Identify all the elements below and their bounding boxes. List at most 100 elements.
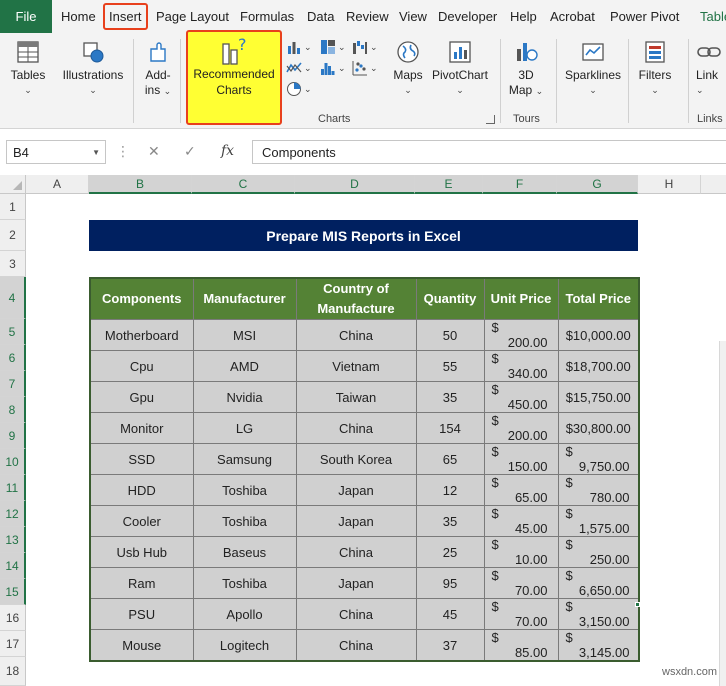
cell-manufacturer[interactable]: Samsung bbox=[192, 443, 297, 475]
pivotchart-button[interactable]: PivotChart ⌄ bbox=[430, 39, 490, 98]
cell-total-price[interactable]: $1,575.00 bbox=[557, 505, 640, 537]
illustrations-button[interactable]: Illustrations ⌄ bbox=[60, 39, 126, 98]
tab-table[interactable]: Table bbox=[700, 0, 726, 33]
cell-country[interactable]: China bbox=[295, 629, 417, 662]
row-header-15[interactable]: 15 bbox=[0, 579, 26, 605]
cell-country[interactable]: China bbox=[295, 598, 417, 630]
row-header-4[interactable]: 4 bbox=[0, 277, 26, 319]
cell-component[interactable]: Mouse bbox=[89, 629, 194, 662]
column-header-e[interactable]: E bbox=[415, 175, 483, 194]
column-header-h[interactable]: H bbox=[638, 175, 701, 194]
cell-component[interactable]: Cooler bbox=[89, 505, 194, 537]
cell-component[interactable]: Gpu bbox=[89, 381, 194, 413]
row-header-11[interactable]: 11 bbox=[0, 475, 26, 501]
cell-manufacturer[interactable]: Toshiba bbox=[192, 505, 297, 537]
tab-help[interactable]: Help bbox=[510, 0, 537, 33]
row-header-3[interactable]: 3 bbox=[0, 251, 26, 277]
cancel-icon[interactable]: ✕ bbox=[148, 143, 160, 160]
cell-country[interactable]: China bbox=[295, 412, 417, 444]
cell-manufacturer[interactable]: Logitech bbox=[192, 629, 297, 662]
column-header-g[interactable]: G bbox=[557, 175, 638, 194]
insert-function-button[interactable]: fx bbox=[221, 143, 234, 159]
cell-quantity[interactable]: 154 bbox=[415, 412, 485, 444]
addins-button[interactable]: Add- ins ⌄ bbox=[140, 39, 176, 99]
cell-total-price[interactable]: $780.00 bbox=[557, 474, 640, 506]
filters-button[interactable]: Filters ⌄ bbox=[636, 39, 674, 98]
cell-quantity[interactable]: 12 bbox=[415, 474, 485, 506]
cell-unit-price[interactable]: $340.00 bbox=[483, 350, 559, 382]
row-header-16[interactable]: 16 bbox=[0, 605, 26, 631]
name-box[interactable]: B4 ▼ bbox=[6, 140, 106, 164]
cell-country[interactable]: Vietnam bbox=[295, 350, 417, 382]
cell-manufacturer[interactable]: Nvidia bbox=[192, 381, 297, 413]
cell-country[interactable]: South Korea bbox=[295, 443, 417, 475]
column-header-d[interactable]: D bbox=[295, 175, 415, 194]
vertical-scrollbar[interactable] bbox=[719, 341, 726, 686]
cell-unit-price[interactable]: $200.00 bbox=[483, 319, 559, 351]
cell-quantity[interactable]: 50 bbox=[415, 319, 485, 351]
cell-quantity[interactable]: 37 bbox=[415, 629, 485, 662]
fill-handle[interactable] bbox=[635, 602, 640, 607]
row-header-9[interactable]: 9 bbox=[0, 423, 26, 449]
maps-button[interactable]: Maps ⌄ bbox=[390, 39, 426, 98]
tab-file[interactable]: File bbox=[0, 0, 52, 33]
column-header-b[interactable]: B bbox=[89, 175, 192, 194]
scatter-chart-button[interactable]: ⌄ bbox=[352, 60, 378, 76]
row-header-2[interactable]: 2 bbox=[0, 220, 26, 251]
tab-insert[interactable]: Insert bbox=[103, 3, 148, 30]
cell-quantity[interactable]: 45 bbox=[415, 598, 485, 630]
tab-page-layout[interactable]: Page Layout bbox=[156, 0, 229, 33]
tables-button[interactable]: Tables ⌄ bbox=[9, 39, 47, 98]
formula-input[interactable]: Components bbox=[252, 140, 726, 164]
cell-unit-price[interactable]: $10.00 bbox=[483, 536, 559, 568]
tab-home[interactable]: Home bbox=[61, 0, 96, 33]
cell-unit-price[interactable]: $85.00 bbox=[483, 629, 559, 662]
cell-unit-price[interactable]: $200.00 bbox=[483, 412, 559, 444]
hierarchy-chart-button[interactable]: ⌄ bbox=[320, 39, 346, 55]
column-header-f[interactable]: F bbox=[483, 175, 557, 194]
sparklines-button[interactable]: Sparklines ⌄ bbox=[562, 39, 624, 98]
cell-total-price[interactable]: $9,750.00 bbox=[557, 443, 640, 475]
cell-component[interactable]: Cpu bbox=[89, 350, 194, 382]
tab-power-pivot[interactable]: Power Pivot bbox=[610, 0, 679, 33]
links-button[interactable]: Link ⌄ bbox=[696, 39, 726, 98]
cell-unit-price[interactable]: $70.00 bbox=[483, 567, 559, 599]
cell-quantity[interactable]: 55 bbox=[415, 350, 485, 382]
cell-component[interactable]: Motherboard bbox=[89, 319, 194, 351]
row-header-18[interactable]: 18 bbox=[0, 657, 26, 686]
row-header-14[interactable]: 14 bbox=[0, 553, 26, 579]
cell-manufacturer[interactable]: AMD bbox=[192, 350, 297, 382]
cell-manufacturer[interactable]: LG bbox=[192, 412, 297, 444]
header-components[interactable]: Components bbox=[89, 277, 194, 320]
cell-quantity[interactable]: 35 bbox=[415, 505, 485, 537]
cell-total-price[interactable]: $6,650.00 bbox=[557, 567, 640, 599]
row-header-6[interactable]: 6 bbox=[0, 345, 26, 371]
row-header-12[interactable]: 12 bbox=[0, 501, 26, 527]
cell-unit-price[interactable]: $450.00 bbox=[483, 381, 559, 413]
cell-total-price[interactable]: $250.00 bbox=[557, 536, 640, 568]
cell-country[interactable]: China bbox=[295, 319, 417, 351]
cell-total-price[interactable]: $3,150.00 bbox=[557, 598, 640, 630]
cell-quantity[interactable]: 25 bbox=[415, 536, 485, 568]
cell-component[interactable]: Monitor bbox=[89, 412, 194, 444]
header-manufacturer[interactable]: Manufacturer bbox=[192, 277, 297, 320]
pie-chart-button[interactable]: ⌄ bbox=[286, 81, 312, 97]
cell-quantity[interactable]: 95 bbox=[415, 567, 485, 599]
cell-country[interactable]: Japan bbox=[295, 505, 417, 537]
cell-country[interactable]: Japan bbox=[295, 474, 417, 506]
cell-country[interactable]: Taiwan bbox=[295, 381, 417, 413]
waterfall-chart-button[interactable]: ⌄ bbox=[352, 39, 378, 55]
cell-total-price[interactable]: $3,145.00 bbox=[557, 629, 640, 662]
row-header-1[interactable]: 1 bbox=[0, 194, 26, 220]
cell-component[interactable]: Usb Hub bbox=[89, 536, 194, 568]
header-unit-price[interactable]: Unit Price bbox=[483, 277, 559, 320]
cell-total-price[interactable]: $10,000.00 bbox=[557, 319, 640, 351]
cell-total-price[interactable]: $30,800.00 bbox=[557, 412, 640, 444]
tab-data[interactable]: Data bbox=[307, 0, 334, 33]
cell-manufacturer[interactable]: Toshiba bbox=[192, 474, 297, 506]
cell-manufacturer[interactable]: MSI bbox=[192, 319, 297, 351]
header-quantity[interactable]: Quantity bbox=[415, 277, 485, 320]
cell-component[interactable]: HDD bbox=[89, 474, 194, 506]
cell-manufacturer[interactable]: Apollo bbox=[192, 598, 297, 630]
cell-total-price[interactable]: $18,700.00 bbox=[557, 350, 640, 382]
